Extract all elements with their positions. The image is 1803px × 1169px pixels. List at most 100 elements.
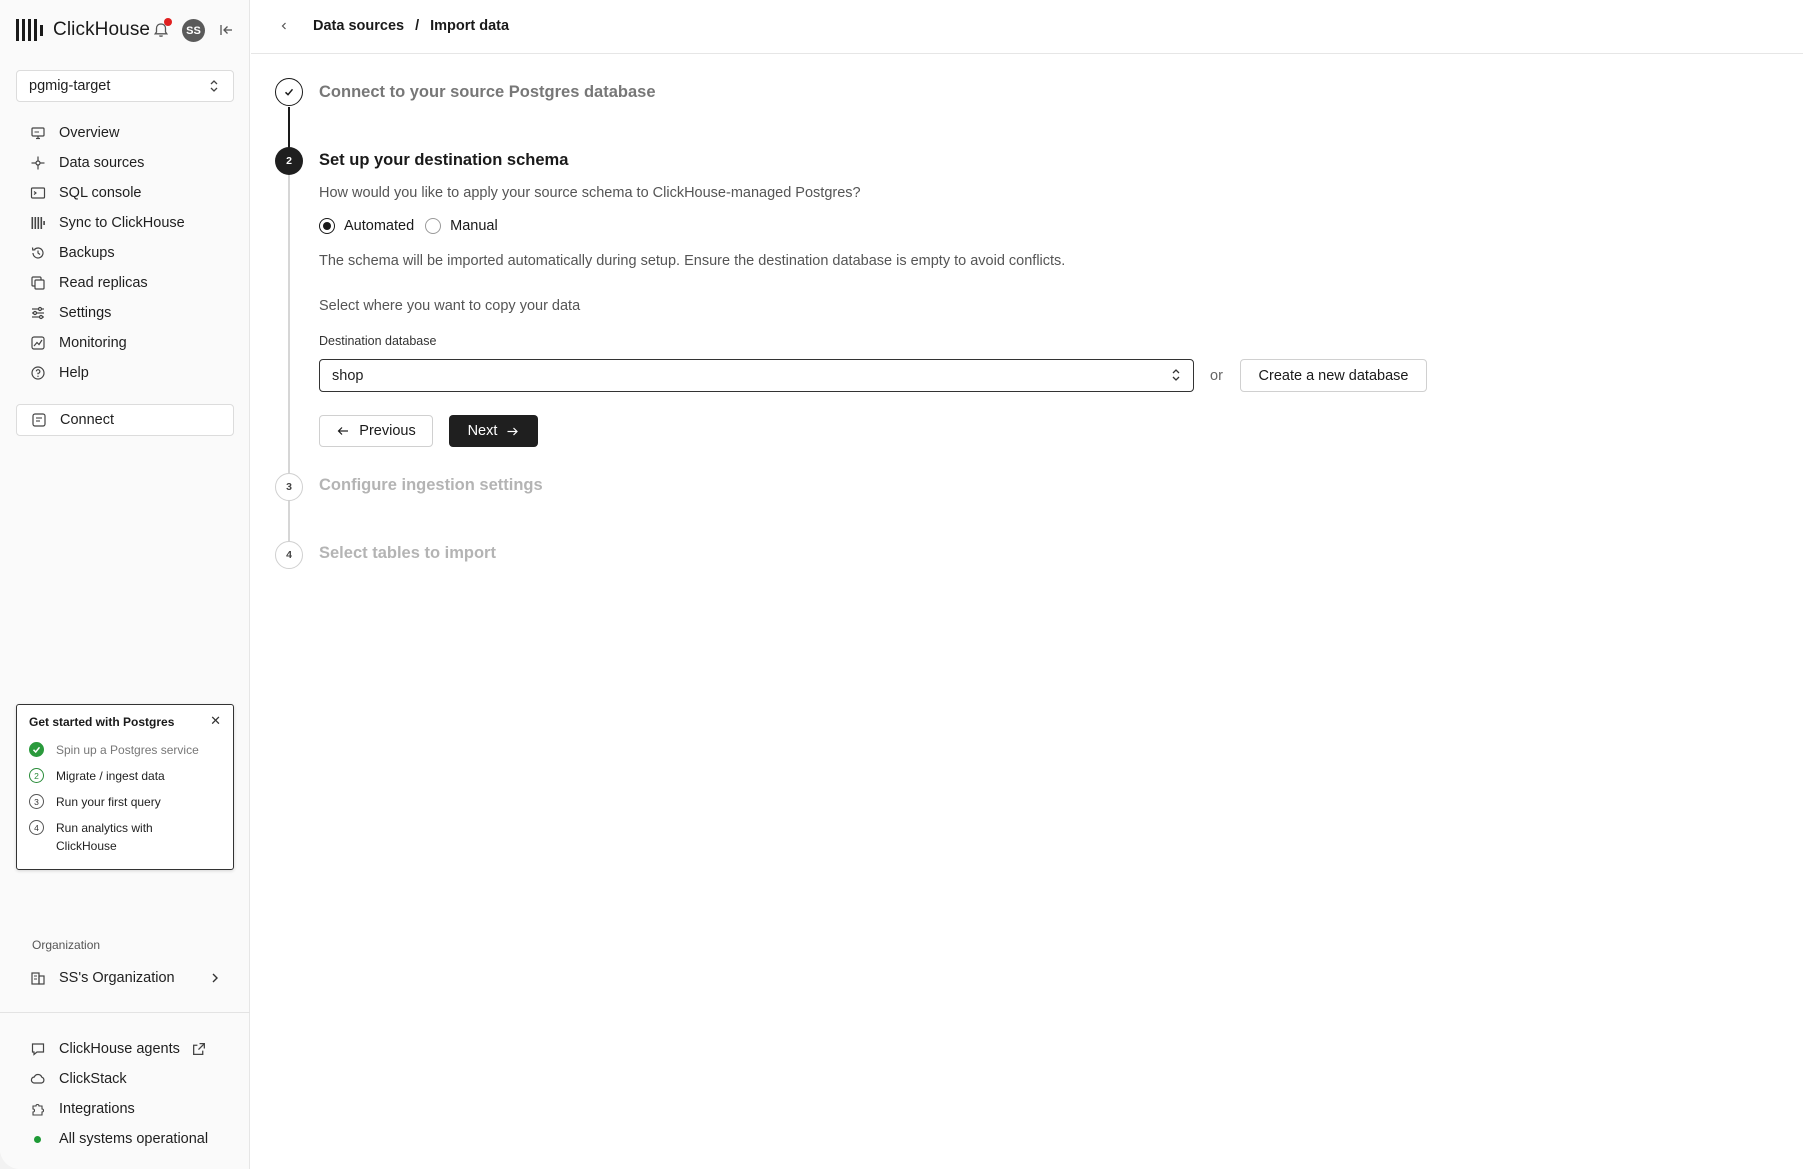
service-selector-value: pgmig-target xyxy=(29,78,111,94)
puzzle-icon xyxy=(32,1104,44,1116)
sidebar-item-clickstack[interactable]: ClickStack xyxy=(16,1064,234,1094)
sidebar-item-label: Read replicas xyxy=(59,275,148,291)
get-started-card: Get started with Postgres ✕ Spin up a Po… xyxy=(16,704,234,870)
clickhouse-logo-icon[interactable] xyxy=(16,19,43,41)
breadcrumb-separator: / xyxy=(415,18,420,34)
sidebar-item-label: Integrations xyxy=(59,1101,135,1117)
or-text: or xyxy=(1210,368,1223,384)
sidebar-item-monitoring[interactable]: Monitoring xyxy=(16,328,234,358)
main-content: Data sources / Import data 2 3 4 Connect… xyxy=(251,0,1803,1169)
get-started-item-label: Run your first query xyxy=(56,795,161,809)
step-2-title: Set up your destination schema xyxy=(319,151,569,169)
sidebar-item-settings[interactable]: Settings xyxy=(16,298,234,328)
avatar[interactable]: SS xyxy=(182,19,205,42)
notification-dot xyxy=(164,18,172,26)
previous-button[interactable]: Previous xyxy=(319,415,433,447)
sidebar-footer-nav: ClickHouse agents ClickStack Integration… xyxy=(16,1034,234,1154)
building-icon xyxy=(31,972,45,985)
step-1-title[interactable]: Connect to your source Postgres database xyxy=(319,83,656,102)
radio-automated-label[interactable]: Automated xyxy=(344,218,414,234)
sidebar-item-data-sources[interactable]: Data sources xyxy=(16,148,234,178)
breadcrumb-current: Import data xyxy=(430,18,510,34)
step-number-icon: 3 xyxy=(29,794,44,809)
sidebar-item-label: Monitoring xyxy=(59,335,127,351)
divider xyxy=(0,1012,250,1013)
sidebar-item-help[interactable]: Help xyxy=(16,358,234,388)
sidebar: ClickHouse SS pgmig-target Overview Data… xyxy=(0,0,250,1169)
schema-hint: The schema will be imported automaticall… xyxy=(319,253,1066,269)
radio-manual[interactable] xyxy=(425,218,442,234)
data-sources-icon xyxy=(31,156,45,170)
get-started-item[interactable]: Spin up a Postgres service xyxy=(29,741,221,759)
arrow-left-icon xyxy=(337,427,349,435)
step-2-indicator: 2 xyxy=(275,147,303,175)
chat-icon xyxy=(31,1043,45,1056)
chart-icon xyxy=(31,336,45,350)
schema-mode-radio-group: Automated Manual xyxy=(319,218,498,234)
breadcrumb-bar: Data sources / Import data xyxy=(251,0,1803,54)
close-icon[interactable]: ✕ xyxy=(210,713,221,729)
sidebar-item-label: ClickStack xyxy=(59,1071,127,1087)
get-started-title: Get started with Postgres xyxy=(29,715,175,729)
sidebar-item-label: Sync to ClickHouse xyxy=(59,215,185,231)
get-started-item[interactable]: 2 Migrate / ingest data xyxy=(29,767,221,785)
copy-icon xyxy=(31,276,45,290)
stepper-line-completed xyxy=(288,107,290,149)
terminal-icon xyxy=(30,187,46,199)
connect-icon xyxy=(32,413,46,427)
sidebar-item-overview[interactable]: Overview xyxy=(16,118,234,148)
stepper-line xyxy=(288,175,290,473)
organization-name: SS's Organization xyxy=(59,970,175,986)
sidebar-item-sync[interactable]: Sync to ClickHouse xyxy=(16,208,234,238)
sidebar-item-label: Backups xyxy=(59,245,115,261)
history-icon xyxy=(31,247,44,259)
organization-selector[interactable]: SS's Organization xyxy=(16,963,234,993)
radio-automated[interactable] xyxy=(319,218,335,234)
sidebar-nav: Overview Data sources SQL console Sync t… xyxy=(16,118,234,388)
step-number-icon: 2 xyxy=(29,768,44,783)
collapse-sidebar-icon[interactable] xyxy=(218,22,234,38)
sidebar-header: ClickHouse SS xyxy=(16,14,238,46)
sliders-icon xyxy=(32,306,44,320)
status-indicator xyxy=(34,1135,41,1143)
step-4-indicator: 4 xyxy=(275,541,303,569)
next-button[interactable]: Next xyxy=(449,415,538,447)
sidebar-item-label: Overview xyxy=(59,125,120,141)
chevron-up-down-icon xyxy=(1172,369,1180,381)
sidebar-item-label: Data sources xyxy=(59,155,145,171)
create-database-button[interactable]: Create a new database xyxy=(1240,359,1427,392)
step-3-indicator: 3 xyxy=(275,473,303,501)
get-started-item[interactable]: 3 Run your first query xyxy=(29,793,221,811)
cloud-icon xyxy=(30,1073,45,1084)
chevron-right-icon xyxy=(212,973,218,983)
sidebar-item-backups[interactable]: Backups xyxy=(16,238,234,268)
schema-question: How would you like to apply your source … xyxy=(319,185,861,201)
stepper-line xyxy=(288,500,290,542)
connect-label: Connect xyxy=(60,412,115,428)
radio-manual-label[interactable]: Manual xyxy=(450,218,498,234)
sidebar-item-label: Help xyxy=(59,365,89,381)
system-status[interactable]: All systems operational xyxy=(16,1124,234,1154)
get-started-item-label: Migrate / ingest data xyxy=(56,769,165,783)
chevron-left-icon[interactable] xyxy=(277,19,291,33)
system-status-label: All systems operational xyxy=(59,1131,209,1147)
organization-label: Organization xyxy=(32,938,101,952)
get-started-item-label: Spin up a Postgres service xyxy=(56,743,199,757)
step-1-check-icon xyxy=(275,78,303,106)
sidebar-item-clickhouse-agents[interactable]: ClickHouse agents xyxy=(16,1034,234,1064)
connect-button[interactable]: Connect xyxy=(16,404,234,436)
sidebar-item-read-replicas[interactable]: Read replicas xyxy=(16,268,234,298)
breadcrumb-parent[interactable]: Data sources xyxy=(313,18,404,34)
sidebar-item-sql-console[interactable]: SQL console xyxy=(16,178,234,208)
check-circle-icon xyxy=(29,742,44,757)
arrow-right-icon xyxy=(507,427,519,435)
get-started-item[interactable]: 4 Run analytics with ClickHouse xyxy=(29,819,221,855)
service-selector[interactable]: pgmig-target xyxy=(16,70,234,102)
sidebar-item-label: ClickHouse agents xyxy=(59,1041,180,1057)
sidebar-item-integrations[interactable]: Integrations xyxy=(16,1094,234,1124)
destination-database-select[interactable]: shop xyxy=(319,359,1194,392)
step-3-title: Configure ingestion settings xyxy=(319,476,543,494)
app-name: ClickHouse xyxy=(53,19,151,40)
clickhouse-bars-icon xyxy=(31,217,45,229)
external-link-icon xyxy=(193,1043,205,1055)
